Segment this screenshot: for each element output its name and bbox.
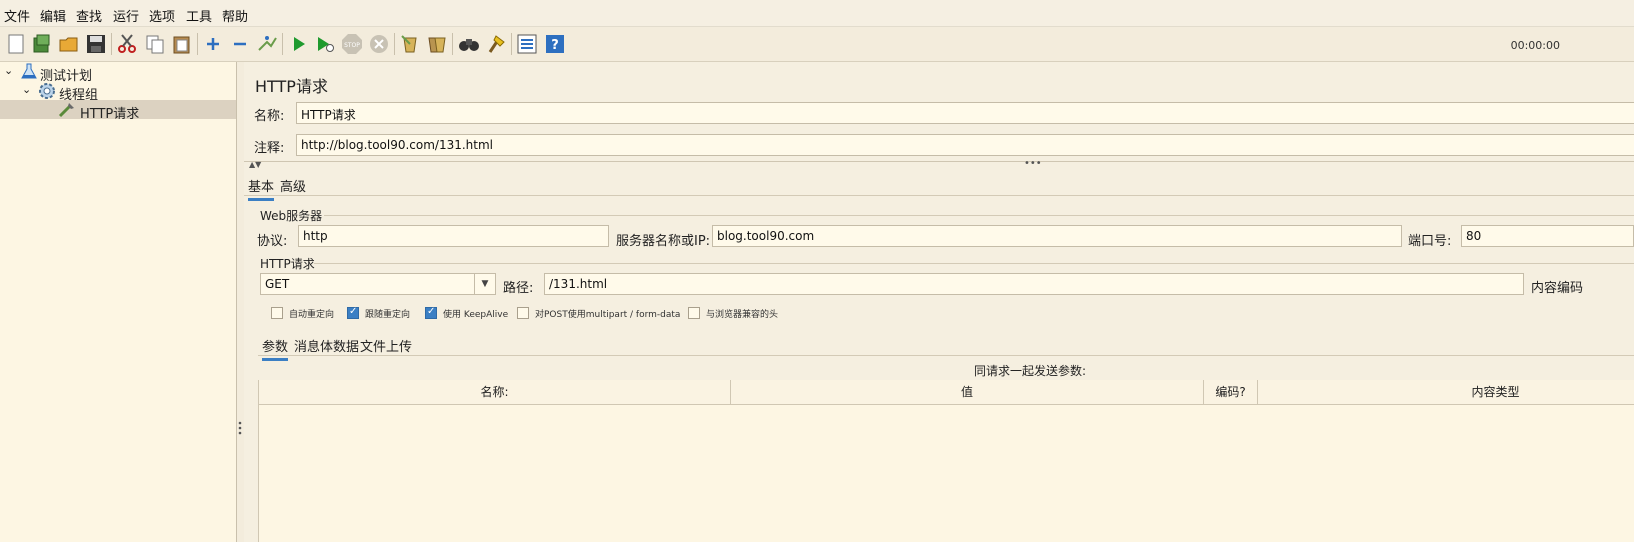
comment-field[interactable]: http://blog.tool90.com/131.html <box>296 134 1634 156</box>
follow-redirect-label: 跟随重定向 <box>365 310 411 320</box>
content-encoding-label: 内容编码 <box>1531 281 1584 296</box>
help-icon[interactable]: ? <box>544 33 566 55</box>
drag-handle-icon[interactable]: ••• <box>1024 158 1042 169</box>
server-field[interactable]: blog.tool90.com <box>712 225 1402 247</box>
chevron-down-icon[interactable]: ⌄ <box>4 64 13 77</box>
name-field[interactable]: HTTP请求 <box>296 102 1634 124</box>
new-icon[interactable] <box>5 33 27 55</box>
templates-icon[interactable] <box>31 33 53 55</box>
page-title: HTTP请求 <box>255 77 328 96</box>
flask-icon <box>21 63 37 83</box>
tab-divider <box>244 195 1634 196</box>
chevron-down-icon[interactable]: ▼ <box>474 274 495 294</box>
menu-options[interactable]: 选项 <box>149 6 175 25</box>
multipart-checkbox[interactable] <box>517 307 529 319</box>
start-no-pause-icon[interactable] <box>314 33 336 55</box>
function-helper-icon[interactable] <box>516 33 538 55</box>
tab-basic[interactable]: 基本 <box>248 176 275 201</box>
browser-headers-checkbox[interactable] <box>688 307 700 319</box>
collapse-icon[interactable] <box>229 33 251 55</box>
server-label: 服务器名称或IP: <box>616 234 711 249</box>
protocol-field[interactable]: http <box>298 225 609 247</box>
pipette-icon <box>58 101 76 121</box>
http-request-legend: HTTP请求 <box>260 257 315 271</box>
comment-label: 注释: <box>254 141 285 156</box>
stop-icon[interactable]: STOP <box>341 33 363 55</box>
paste-icon[interactable] <box>171 33 193 55</box>
clear-all-icon[interactable] <box>426 33 448 55</box>
chevron-down-icon[interactable]: ⌄ <box>22 83 31 96</box>
params-caption: 同请求一起发送参数: <box>974 364 1087 378</box>
menu-run[interactable]: 运行 <box>113 6 139 25</box>
group-divider <box>314 263 1634 264</box>
svg-text:STOP: STOP <box>344 42 360 49</box>
tab-parameters[interactable]: 参数 <box>262 336 289 361</box>
splitter-handle[interactable] <box>236 420 244 436</box>
svg-text:?: ? <box>551 38 559 53</box>
path-field[interactable]: /131.html <box>544 273 1524 295</box>
method-value: GET <box>265 277 290 291</box>
test-plan-tree: ⌄ 测试计划 ⌄ 线程组 HTTP请求 <box>0 62 237 542</box>
toolbar: STOP ? 00:00:00 <box>0 27 1634 62</box>
keepalive-label: 使用 KeepAlive <box>443 310 509 320</box>
menu-search[interactable]: 查找 <box>76 6 102 25</box>
auto-redirect-checkbox[interactable] <box>271 307 283 319</box>
group-divider <box>324 215 1634 216</box>
tree-item-http-request[interactable]: HTTP请求 <box>0 100 236 122</box>
cut-icon[interactable] <box>116 33 138 55</box>
menu-file[interactable]: 文件 <box>4 6 30 25</box>
elapsed-timer: 00:00:00 <box>1510 39 1560 52</box>
menu-edit[interactable]: 编辑 <box>40 6 66 25</box>
column-content-type[interactable]: 内容类型 <box>1258 380 1634 404</box>
copy-icon[interactable] <box>144 33 166 55</box>
collapse-arrows-icon[interactable]: ▲▼ <box>249 160 261 169</box>
tree-item-test-plan[interactable]: ⌄ 测试计划 <box>0 62 236 84</box>
expand-icon[interactable] <box>202 33 224 55</box>
http-request-panel: HTTP请求 名称: HTTP请求 注释: http://blog.tool90… <box>244 62 1634 542</box>
auto-redirect-label: 自动重定向 <box>289 310 335 320</box>
start-icon[interactable] <box>288 33 310 55</box>
follow-redirect-checkbox[interactable] <box>347 306 359 319</box>
path-label: 路径: <box>503 281 534 296</box>
clear-icon[interactable] <box>399 33 421 55</box>
protocol-label: 协议: <box>257 234 288 249</box>
browser-headers-label: 与浏览器兼容的头 <box>706 310 779 320</box>
tree-item-thread-group[interactable]: ⌄ 线程组 <box>0 81 236 103</box>
params-table[interactable]: 名称: 值 编码? 内容类型 <box>258 380 1634 542</box>
menu-bar: 文件 编辑 查找 运行 选项 工具 帮助 <box>0 0 1634 27</box>
open-icon[interactable] <box>58 33 80 55</box>
table-header: 名称: 值 编码? 内容类型 <box>259 380 1634 405</box>
shutdown-icon[interactable] <box>368 33 390 55</box>
column-name[interactable]: 名称: <box>259 380 731 404</box>
keepalive-checkbox[interactable] <box>425 306 437 319</box>
toggle-icon[interactable] <box>256 33 278 55</box>
subtab-divider <box>258 355 1634 356</box>
port-field[interactable]: 80 <box>1461 225 1634 247</box>
divider <box>244 161 1634 162</box>
column-value[interactable]: 值 <box>731 380 1204 404</box>
menu-tools[interactable]: 工具 <box>186 6 212 25</box>
save-icon[interactable] <box>85 33 107 55</box>
menu-help[interactable]: 帮助 <box>222 6 248 25</box>
search-icon[interactable] <box>458 33 480 55</box>
method-select[interactable]: GET ▼ <box>260 273 496 295</box>
port-label: 端口号: <box>1408 234 1452 249</box>
reset-search-icon[interactable] <box>485 33 507 55</box>
web-server-legend: Web服务器 <box>260 209 323 223</box>
multipart-label: 对POST使用multipart / form-data <box>535 310 681 320</box>
column-encode[interactable]: 编码? <box>1204 380 1258 404</box>
name-label: 名称: <box>254 109 285 124</box>
tree-item-label: HTTP请求 <box>80 107 140 122</box>
